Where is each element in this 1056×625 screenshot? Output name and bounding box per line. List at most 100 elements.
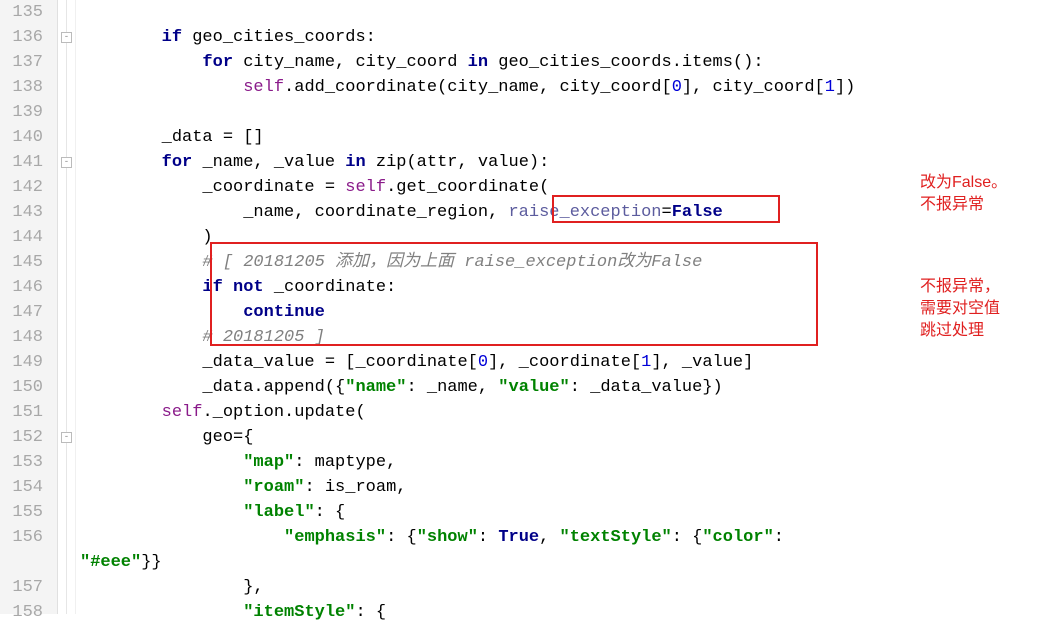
code-token: raise_exception [508,203,661,222]
line-number: 157 [6,575,43,600]
code-token: .add_coordinate(city_name, city_coord[ [284,78,672,97]
code-token: for [162,153,203,172]
line-number: 135 [6,0,43,25]
code-line[interactable]: }, [80,575,1056,600]
line-number: 155 [6,500,43,525]
line-number: 139 [6,100,43,125]
line-number: 143 [6,200,43,225]
line-number: 146 [6,275,43,300]
code-line[interactable]: # [ 20181205 添加，因为上面 raise_exception改为Fa… [80,250,1056,275]
fold-toggle-icon[interactable]: - [61,157,72,168]
code-line[interactable] [80,100,1056,125]
line-number: 147 [6,300,43,325]
code-line[interactable]: "itemStyle": { [80,600,1056,625]
code-token [80,478,243,497]
line-number-gutter: 1351361371381391401411421431441451461471… [0,0,58,614]
code-token: }} [141,553,161,572]
code-token: : [478,528,498,547]
code-line[interactable]: self.add_coordinate(city_name, city_coor… [80,75,1056,100]
code-token: "emphasis" [284,528,386,547]
code-token: _coordinate: [274,278,396,297]
code-line[interactable]: for city_name, city_coord in geo_cities_… [80,50,1056,75]
code-line[interactable]: "roam": is_roam, [80,475,1056,500]
code-line[interactable]: "#eee"}} [80,550,1056,575]
line-number: 145 [6,250,43,275]
code-line[interactable]: _coordinate = self.get_coordinate( [80,175,1056,200]
annotation-change-to-false: 改为False。 不报异常 [920,172,1007,216]
code-line[interactable]: geo={ [80,425,1056,450]
line-number: 137 [6,50,43,75]
code-token: self [243,78,284,97]
code-token [80,153,162,172]
code-token [80,403,162,422]
code-token: city_name, city_coord [243,53,467,72]
code-token: self [162,403,203,422]
code-token: True [498,528,539,547]
code-token: ._option.update( [202,403,365,422]
code-token: continue [243,303,325,322]
line-number: 140 [6,125,43,150]
code-token: ]) [835,78,855,97]
code-line[interactable]: ) [80,225,1056,250]
code-token: : is_roam, [304,478,406,497]
code-token [80,328,202,347]
code-token [80,78,243,97]
code-token [80,528,284,547]
code-token: # 20181205 ] [202,328,324,347]
code-token: geo_cities_coords.items(): [498,53,763,72]
code-line[interactable]: self._option.update( [80,400,1056,425]
code-token: if not [202,278,273,297]
code-area[interactable]: if geo_cities_coords: for city_name, cit… [76,0,1056,614]
code-token: .get_coordinate( [386,178,549,197]
code-token: _data.append({ [80,378,345,397]
line-number: 144 [6,225,43,250]
code-token: for [202,53,243,72]
code-editor[interactable]: 1351361371381391401411421431441451461471… [0,0,1056,614]
fold-toggle-icon[interactable]: - [61,432,72,443]
code-token [80,453,243,472]
code-line[interactable]: _data.append({"name": _name, "value": _d… [80,375,1056,400]
code-token: "#eee" [80,553,141,572]
line-number: 151 [6,400,43,425]
code-token: : { [386,528,417,547]
code-token: False [672,203,723,222]
code-token [80,253,202,272]
line-number: 156 [6,525,43,550]
code-line[interactable]: "label": { [80,500,1056,525]
code-line[interactable]: "emphasis": {"show": True, "textStyle": … [80,525,1056,550]
code-token: "label" [243,503,314,522]
code-line[interactable] [80,0,1056,25]
code-token: # [ 20181205 添加，因为上面 raise_exception改为Fa… [202,253,702,272]
fold-gutter[interactable]: - - - [58,0,76,614]
code-token [80,278,202,297]
code-line[interactable]: _data = [] [80,125,1056,150]
code-token [80,53,202,72]
code-line[interactable]: for _name, _value in zip(attr, value): [80,150,1056,175]
line-number: 158 [6,600,43,625]
code-line[interactable]: # 20181205 ] [80,325,1056,350]
code-line[interactable]: if not _coordinate: [80,275,1056,300]
code-token: ], city_coord[ [682,78,825,97]
code-token: 1 [825,78,835,97]
line-number: 154 [6,475,43,500]
code-token: geo={ [80,428,253,447]
code-line[interactable]: _data_value = [_coordinate[0], _coordina… [80,350,1056,375]
code-token: 0 [672,78,682,97]
code-line[interactable]: if geo_cities_coords: [80,25,1056,50]
code-token: "name" [345,378,406,397]
code-token: : _data_value}) [570,378,723,397]
code-line[interactable]: "map": maptype, [80,450,1056,475]
code-token: "itemStyle" [243,603,355,622]
code-token: in [468,53,499,72]
code-token: : [774,528,784,547]
code-token: "roam" [243,478,304,497]
code-token: : { [315,503,346,522]
fold-toggle-icon[interactable]: - [61,32,72,43]
code-token: _name, coordinate_region, [80,203,508,222]
annotation-skip-empty: 不报异常， 需要对空值 跳过处理 [920,276,1000,342]
code-line[interactable]: _name, coordinate_region, raise_exceptio… [80,200,1056,225]
code-token: if [162,28,193,47]
code-token [80,603,243,622]
code-line[interactable]: continue [80,300,1056,325]
code-token: "textStyle" [560,528,672,547]
